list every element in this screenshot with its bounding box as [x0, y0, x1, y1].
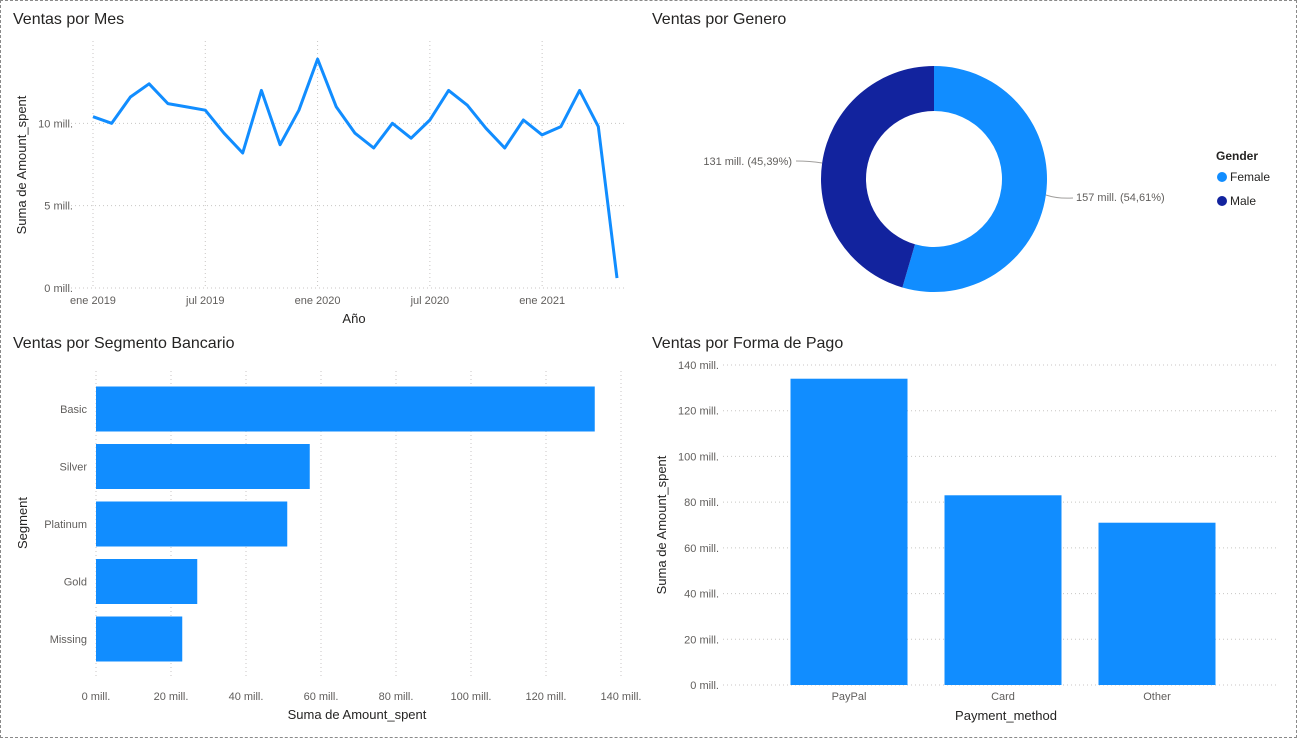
donut-chart[interactable]: Ventas por Genero 157 mill. (54,61%) 131 … — [652, 11, 1270, 293]
segment-bar-basic[interactable] — [96, 386, 595, 432]
payment-chart-y-axis-title: Suma de Amount_spent — [654, 455, 669, 594]
payment-chart-y-tick: 0 mill. — [690, 680, 719, 692]
segment-chart-x-axis-title: Suma de Amount_spent — [288, 707, 427, 722]
payment-chart-y-tick: 100 mill. — [678, 451, 719, 463]
segment-bar-platinum[interactable] — [96, 501, 288, 547]
line-chart-series[interactable] — [92, 57, 619, 279]
donut-chart-legend[interactable]: Gender Female Male — [1216, 149, 1270, 208]
segment-chart-x-tick: 0 mill. — [82, 691, 111, 703]
payment-bar-card[interactable] — [944, 495, 1062, 685]
line-chart-x-tick: jul 2020 — [410, 295, 450, 307]
line-chart-y-tick: 5 mill. — [44, 201, 73, 213]
donut-chart-title: Ventas por Genero — [652, 11, 786, 28]
segment-category-label: Platinum — [44, 519, 87, 531]
payment-chart-y-tick: 80 mill. — [684, 497, 719, 509]
payment-chart-y-ticks: 0 mill. 20 mill. 40 mill. 60 mill. 80 mill. 1… — [678, 360, 719, 692]
line-chart-x-tick: ene 2020 — [295, 295, 341, 307]
payment-bar-chart[interactable]: Ventas por Forma de Pago 0 mill. 20 mill.… — [652, 335, 1276, 723]
payment-chart-bars[interactable] — [790, 378, 1216, 685]
segment-chart-x-tick: 40 mill. — [229, 691, 264, 703]
segment-chart-bars[interactable] — [96, 386, 595, 662]
payment-chart-y-tick: 140 mill. — [678, 360, 719, 372]
payment-chart-title: Ventas por Forma de Pago — [652, 335, 843, 352]
donut-leader-line-female — [1045, 194, 1074, 199]
payment-chart-y-tick: 120 mill. — [678, 406, 719, 418]
line-chart-y-tick: 0 mill. — [44, 283, 73, 295]
donut-chart-slices[interactable] — [821, 66, 1048, 293]
payment-chart-y-tick: 40 mill. — [684, 589, 719, 601]
segment-category-label: Silver — [59, 462, 87, 474]
segment-category-label: Missing — [50, 634, 87, 646]
segment-chart-category-labels: Basic Silver Platinum Gold Missing — [44, 404, 87, 646]
line-chart-series-line[interactable] — [92, 57, 619, 279]
payment-category-label: Other — [1143, 691, 1171, 703]
payment-category-label: PayPal — [832, 691, 867, 703]
line-chart-title: Ventas por Mes — [13, 11, 124, 28]
report-svg: Ventas por Mes 0 mill. 5 mill. 10 mill. en… — [13, 11, 1276, 723]
payment-chart-x-axis-title: Payment_method — [955, 708, 1057, 723]
report-canvas: Ventas por Mes 0 mill. 5 mill. 10 mill. en… — [0, 0, 1297, 738]
payment-bar-paypal[interactable] — [790, 378, 908, 685]
segment-chart-x-tick: 80 mill. — [379, 691, 414, 703]
line-chart-x-tick: ene 2019 — [70, 295, 116, 307]
donut-leader-line-male — [795, 160, 823, 164]
line-chart-gridlines — [71, 41, 626, 289]
donut-data-label-male: 131 mill. (45,39%) — [703, 156, 792, 168]
segment-category-label: Gold — [64, 577, 87, 589]
segment-chart-x-tick: 120 mill. — [526, 691, 567, 703]
payment-category-label: Card — [991, 691, 1015, 703]
line-chart-x-axis-title: Año — [342, 311, 365, 326]
line-chart[interactable]: Ventas por Mes 0 mill. 5 mill. 10 mill. en… — [13, 11, 626, 326]
segment-bar-gold[interactable] — [96, 559, 198, 604]
donut-data-label-female: 157 mill. (54,61%) — [1076, 192, 1165, 204]
line-chart-x-tick: ene 2021 — [519, 295, 565, 307]
segment-chart-x-tick: 20 mill. — [154, 691, 189, 703]
line-chart-x-ticks: ene 2019 jul 2019 ene 2020 jul 2020 ene 2021 — [70, 295, 565, 307]
legend-label: Female — [1230, 170, 1270, 184]
segment-chart-title: Ventas por Segmento Bancario — [13, 335, 235, 352]
legend-title: Gender — [1216, 149, 1258, 163]
line-chart-x-tick: jul 2019 — [185, 295, 225, 307]
payment-chart-category-labels: PayPal Card Other — [832, 691, 1172, 703]
segment-chart-x-tick: 140 mill. — [601, 691, 642, 703]
segment-chart-x-tick: 60 mill. — [304, 691, 339, 703]
payment-bar-other[interactable] — [1098, 522, 1216, 685]
line-chart-y-ticks: 0 mill. 5 mill. 10 mill. — [38, 118, 73, 295]
payment-chart-y-tick: 60 mill. — [684, 543, 719, 555]
legend-label: Male — [1230, 194, 1256, 208]
legend-marker-icon — [1217, 196, 1227, 206]
legend-marker-icon — [1217, 172, 1227, 182]
segment-bar-missing[interactable] — [96, 616, 183, 662]
legend-item-female[interactable]: Female — [1217, 170, 1270, 184]
legend-item-male[interactable]: Male — [1217, 194, 1256, 208]
segment-chart-y-axis-title: Segment — [15, 497, 30, 549]
payment-chart-y-tick: 20 mill. — [684, 634, 719, 646]
line-chart-y-tick: 10 mill. — [38, 118, 73, 130]
segment-bar-silver[interactable] — [96, 444, 310, 489]
segment-bar-chart[interactable]: Ventas por Segmento Bancario 0 mill. 20 m… — [13, 335, 641, 722]
segment-chart-x-tick: 100 mill. — [451, 691, 492, 703]
line-chart-y-axis-title: Suma de Amount_spent — [14, 95, 29, 234]
segment-chart-x-ticks: 0 mill. 20 mill. 40 mill. 60 mill. 80 mill. 1… — [82, 691, 642, 703]
segment-category-label: Basic — [60, 404, 87, 416]
donut-chart-data-labels: 157 mill. (54,61%) 131 mill. (45,39%) — [703, 156, 1164, 204]
